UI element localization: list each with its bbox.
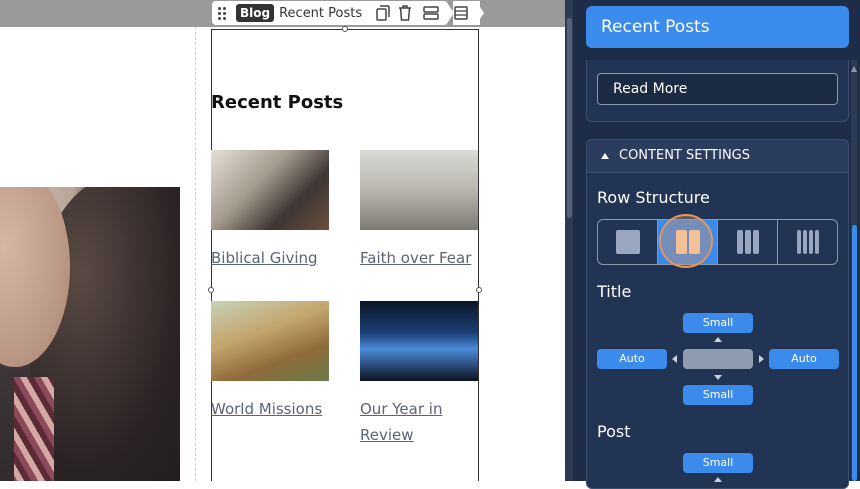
post-title-4-line2[interactable]: Review xyxy=(360,422,414,448)
title-spacing-label: Title xyxy=(597,282,632,301)
post-spacing-label: Post xyxy=(597,422,631,441)
content-settings-toggle[interactable]: CONTENT SETTINGS xyxy=(586,139,849,173)
left-arrow-icon xyxy=(672,355,677,363)
up-arrow-icon xyxy=(714,337,722,342)
drag-handle-icon[interactable] xyxy=(216,6,230,20)
section-title: Recent Posts xyxy=(211,92,344,113)
post-image-4[interactable] xyxy=(360,301,478,381)
row-structure-4-columns[interactable] xyxy=(778,220,837,264)
row-structure-label: Row Structure xyxy=(597,188,710,207)
up-arrow-icon xyxy=(714,477,722,482)
block-name-label: Recent Posts xyxy=(279,5,363,21)
title-top-spacing[interactable]: Small xyxy=(683,313,753,333)
title-spacing-preview xyxy=(683,349,753,369)
post-top-spacing[interactable]: Small xyxy=(683,453,753,473)
post-title-1[interactable]: Biblical Giving xyxy=(211,245,318,271)
row-structure-3-columns[interactable] xyxy=(718,220,778,264)
duplicate-icon[interactable] xyxy=(372,1,394,25)
canvas-scrollbar-thumb[interactable] xyxy=(567,18,572,218)
collapse-arrow-icon xyxy=(601,152,609,159)
post-image-1[interactable] xyxy=(211,150,329,230)
down-arrow-icon xyxy=(714,375,722,380)
post-image-2[interactable] xyxy=(360,150,478,230)
post-title-4-line1[interactable]: Our Year in xyxy=(360,396,442,422)
post-title-2[interactable]: Faith over Fear xyxy=(360,245,471,271)
right-arrow-icon xyxy=(759,355,764,363)
panel-scrollbar-thumb[interactable] xyxy=(852,225,857,481)
block-toolbar: Blog Recent Posts xyxy=(212,1,485,25)
read-more-input[interactable]: Read More xyxy=(597,73,838,105)
title-left-spacing[interactable]: Auto xyxy=(597,349,667,369)
post-image-3[interactable] xyxy=(211,301,329,381)
post-title-3[interactable]: World Missions xyxy=(211,396,322,422)
row-structure-2-columns[interactable] xyxy=(658,220,718,264)
content-settings-label: CONTENT SETTINGS xyxy=(619,148,750,163)
row-structure-selector xyxy=(597,219,838,265)
panel-header: Recent Posts xyxy=(586,6,849,48)
row-structure-1-column[interactable] xyxy=(598,220,658,264)
title-right-spacing[interactable]: Auto xyxy=(769,349,839,369)
scroll-up-icon[interactable]: ▲ xyxy=(851,64,857,73)
resize-handle-left[interactable] xyxy=(208,287,214,293)
delete-icon[interactable] xyxy=(394,1,416,25)
column-guide xyxy=(195,27,196,481)
title-bottom-spacing[interactable]: Small xyxy=(683,385,753,405)
row-layout-icon[interactable] xyxy=(416,1,455,25)
editor-canvas: Blog Recent Posts Recent Posts Biblical … xyxy=(0,0,565,481)
hero-photo xyxy=(0,187,180,481)
resize-handle-right[interactable] xyxy=(476,287,482,293)
resize-handle-top[interactable] xyxy=(342,26,348,32)
block-type-badge: Blog xyxy=(236,4,275,22)
